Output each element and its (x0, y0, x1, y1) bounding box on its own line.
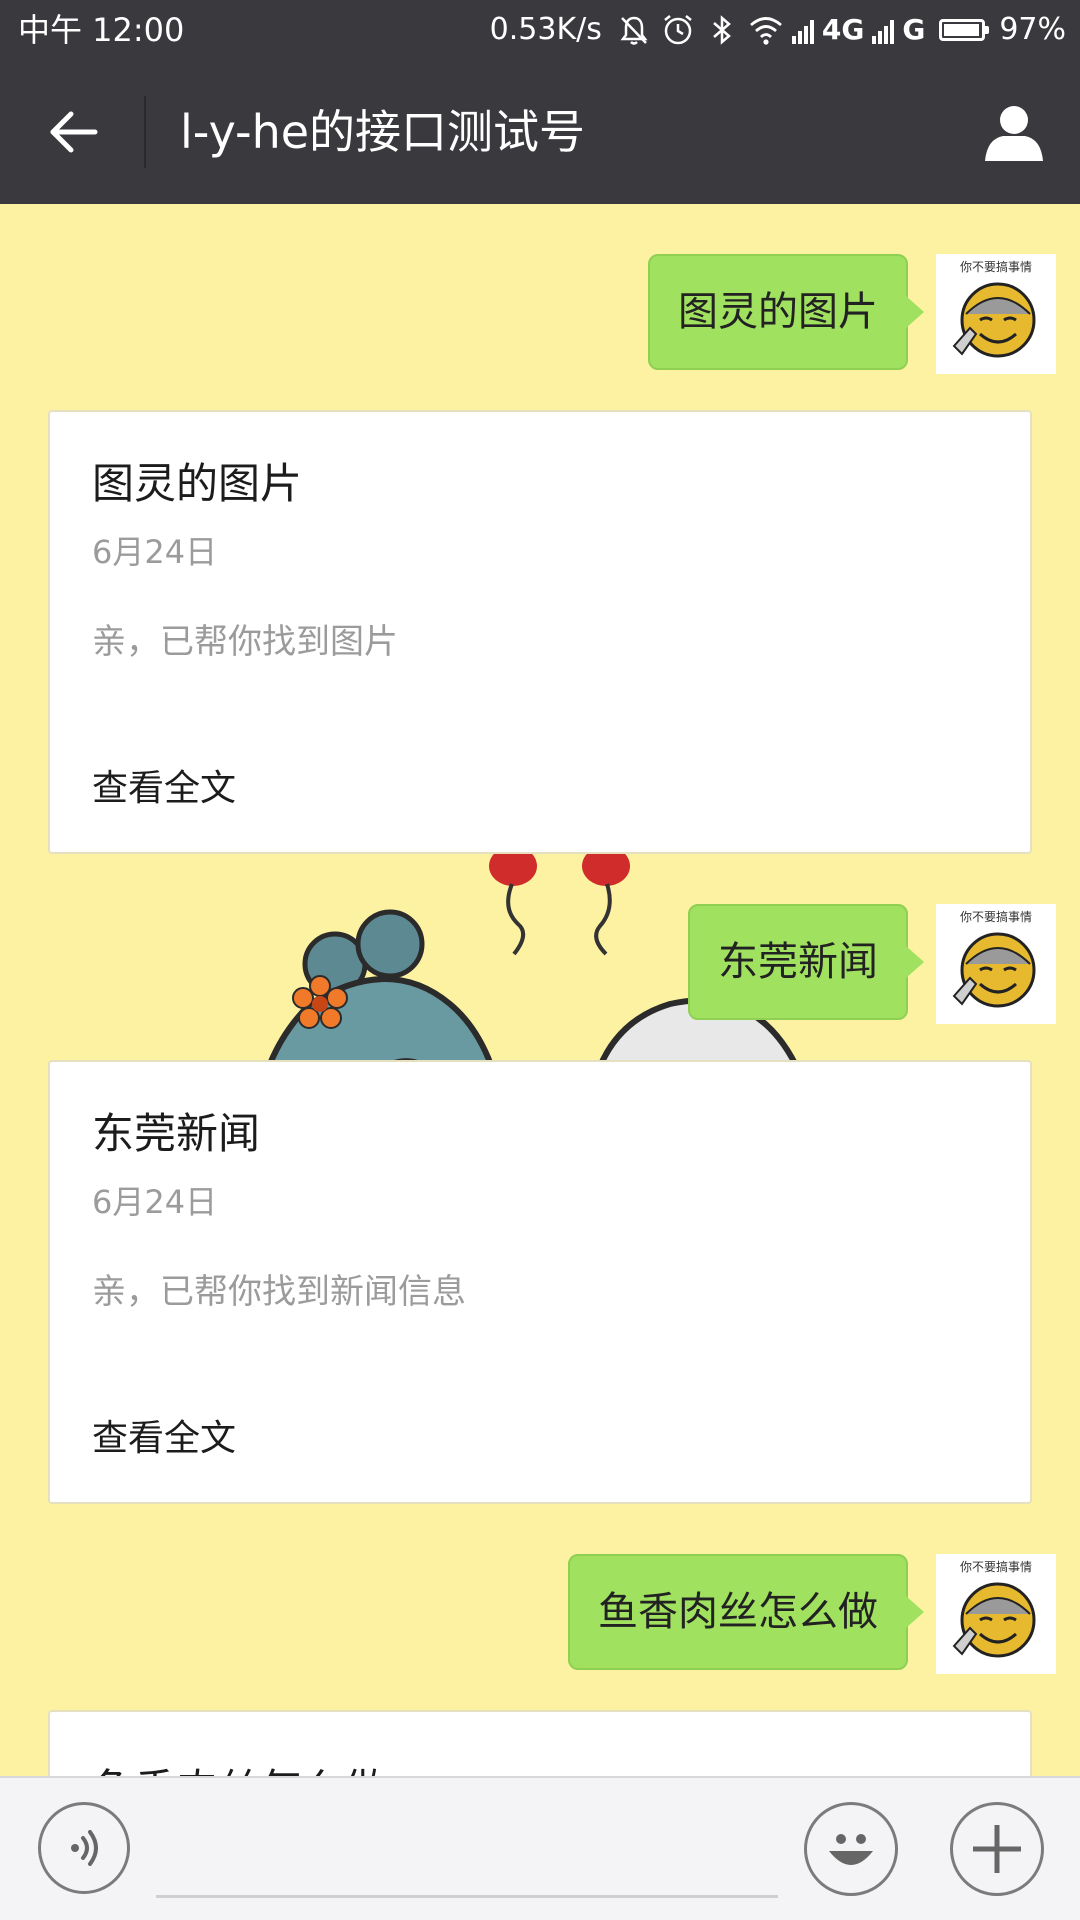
card-description: 亲，已帮你找到图片 (92, 622, 398, 662)
message-input[interactable] (156, 1808, 778, 1898)
signal-icon (791, 16, 814, 44)
card-title: 鱼香肉丝怎么做 (92, 1762, 386, 1776)
back-button[interactable] (28, 96, 118, 168)
avatar-caption: 你不要搞事情 (959, 1560, 1032, 1574)
voice-icon (71, 1830, 98, 1866)
battery-percent: 97% (999, 12, 1066, 47)
bluetooth-icon (713, 15, 731, 45)
signal-icon-2 (872, 16, 895, 44)
network-speed: 0.53K/s (489, 12, 602, 47)
wifi-icon (749, 17, 782, 45)
chat-area[interactable]: 图灵的图片 你不要搞事情 图灵的图片 6月24日 亲，已帮你找到图片 查看全文 … (0, 204, 1080, 1776)
message-row-sent: 东莞新闻 你不要搞事情 (688, 904, 1056, 1024)
status-bar: 中午 12:00 0.53K/s 4G G 97% (0, 0, 1080, 60)
article-card[interactable]: 东莞新闻 6月24日 亲，已帮你找到新闻信息 查看全文 (48, 1060, 1032, 1504)
read-more-link[interactable]: 查看全文 (92, 1416, 236, 1462)
card-title: 东莞新闻 (92, 1109, 261, 1158)
plus-icon (973, 1825, 1021, 1873)
emoji-icon (829, 1834, 873, 1865)
battery-icon (939, 19, 990, 41)
card-date: 6月24日 (92, 533, 218, 571)
input-bar (0, 1776, 1080, 1920)
profile-button[interactable] (978, 96, 1050, 168)
avatar[interactable]: 你不要搞事情 (936, 1554, 1056, 1674)
card-date: 6月24日 (92, 1183, 218, 1221)
avatar[interactable]: 你不要搞事情 (936, 904, 1056, 1024)
status-time: 中午 12:00 (18, 11, 185, 49)
avatar-caption: 你不要搞事情 (959, 260, 1032, 274)
battery-level (944, 24, 980, 36)
voice-button[interactable] (38, 1802, 130, 1894)
message-bubble[interactable]: 东莞新闻 (688, 904, 924, 1020)
avatar[interactable]: 你不要搞事情 (936, 254, 1056, 374)
mute-icon (620, 16, 648, 45)
message-row-sent: 鱼香肉丝怎么做 你不要搞事情 (568, 1554, 1056, 1674)
back-arrow-icon (50, 111, 98, 153)
network-type-2: G (902, 13, 926, 46)
alarm-icon (664, 15, 692, 45)
title-divider (144, 96, 146, 168)
emoji-button[interactable] (804, 1802, 898, 1896)
article-card[interactable]: 鱼香肉丝怎么做 (48, 1710, 1032, 1776)
article-card[interactable]: 图灵的图片 6月24日 亲，已帮你找到图片 查看全文 (48, 410, 1032, 854)
more-button[interactable] (950, 1802, 1044, 1896)
message-bubble[interactable]: 图灵的图片 (648, 254, 924, 370)
chat-title: l-y-he的接口测试号 (180, 105, 586, 159)
read-more-link[interactable]: 查看全文 (92, 766, 236, 812)
card-description: 亲，已帮你找到新闻信息 (92, 1272, 466, 1312)
title-bar: l-y-he的接口测试号 (0, 60, 1080, 204)
message-bubble[interactable]: 鱼香肉丝怎么做 (568, 1554, 924, 1670)
profile-icon (985, 106, 1043, 161)
status-indicators: 0.53K/s 4G G 97% (490, 10, 1066, 50)
message-row-sent: 图灵的图片 你不要搞事情 (648, 254, 1056, 374)
avatar-caption: 你不要搞事情 (959, 910, 1032, 924)
network-type-1: 4G (821, 13, 865, 46)
card-title: 图灵的图片 (92, 459, 303, 508)
